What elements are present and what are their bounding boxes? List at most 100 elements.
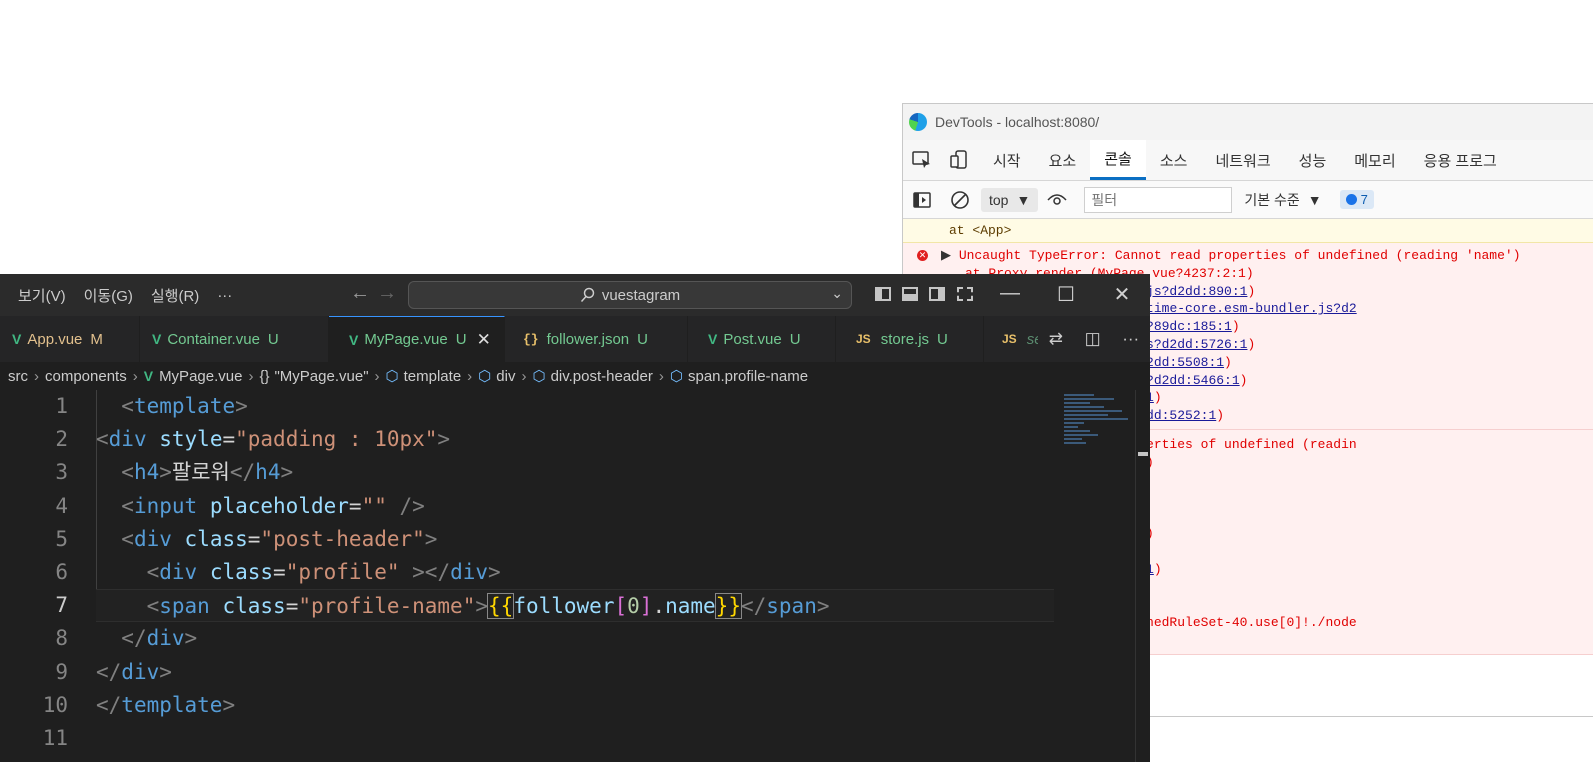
editor-actions: ⇄ ◫ ··· xyxy=(1038,316,1150,362)
device-toolbar-icon[interactable] xyxy=(941,140,979,180)
code-line: </div> xyxy=(121,626,198,651)
chevron-right-icon: › xyxy=(658,367,664,385)
tab-label: Post.vue xyxy=(723,330,782,348)
clear-console-icon[interactable] xyxy=(941,190,979,210)
line-number: 4 xyxy=(55,493,68,518)
code-line: <template> xyxy=(121,394,248,418)
js-file-icon: JS xyxy=(856,332,871,346)
line-number: 11 xyxy=(42,725,68,750)
close-window-icon[interactable]: ✕ xyxy=(1107,282,1137,307)
stack-frame-text: ) xyxy=(1153,390,1162,406)
vertical-scrollbar[interactable] xyxy=(1135,390,1150,762)
tab-container-vue[interactable]: V Container.vue U xyxy=(140,316,329,362)
tab-memory[interactable]: 메모리 xyxy=(1340,140,1409,180)
breadcrumb-item[interactable]: MyPage.vue xyxy=(159,368,242,385)
back-arrow-icon[interactable]: ← xyxy=(350,282,370,305)
tab-git-status: U xyxy=(267,330,279,348)
chevron-right-icon: › xyxy=(132,367,138,385)
code-line: <h4>팔로워</h4> xyxy=(121,460,294,485)
menu-more[interactable]: ··· xyxy=(208,287,241,304)
tab-label: store.js xyxy=(880,330,930,348)
line-number: 1 xyxy=(55,394,68,418)
breadcrumb-item[interactable]: div.post-header xyxy=(551,368,653,385)
braces-icon: {} xyxy=(259,367,270,385)
line-number-gutter: 1 2 3 4 5 6 7 8 9 10 11 xyxy=(0,390,68,755)
menu-go[interactable]: 이동(G) xyxy=(75,285,142,306)
command-center-search[interactable]: vuestagram ⌄ xyxy=(408,281,852,309)
customize-layout-icon[interactable] xyxy=(957,287,973,301)
line-number: 10 xyxy=(42,692,68,717)
breadcrumb-item[interactable]: "MyPage.vue" xyxy=(274,368,368,385)
cube-symbol-icon: ⬡ xyxy=(532,368,546,385)
tab-welcome[interactable]: 시작 xyxy=(979,140,1035,180)
line-number: 2 xyxy=(55,427,68,452)
cube-symbol-icon: ⬡ xyxy=(669,368,683,385)
source-link[interactable]: runtime-core.esm-bundler.js?d2 xyxy=(1123,301,1357,316)
menu-run[interactable]: 실행(R) xyxy=(142,285,208,306)
filter-input[interactable] xyxy=(1084,186,1233,213)
tab-elements[interactable]: 요소 xyxy=(1035,140,1091,180)
tab-sources[interactable]: 소스 xyxy=(1146,140,1202,180)
tab-performance[interactable]: 성능 xyxy=(1285,140,1341,180)
minimize-icon[interactable]: — xyxy=(995,282,1025,305)
tab-git-status: M xyxy=(90,330,103,348)
breadcrumb-item[interactable]: div xyxy=(496,368,515,385)
live-expression-eye-icon[interactable] xyxy=(1038,193,1076,207)
toggle-primary-sidebar-icon[interactable] xyxy=(875,287,891,301)
tab-console[interactable]: 콘솔 xyxy=(1090,140,1146,180)
more-actions-icon[interactable]: ··· xyxy=(1122,329,1139,349)
close-tab-icon[interactable]: ✕ xyxy=(477,330,491,350)
breadcrumb-item[interactable]: span.profile-name xyxy=(688,368,808,385)
stack-frame-text: ) xyxy=(1224,354,1232,370)
breadcrumb-item[interactable]: template xyxy=(404,368,462,385)
tab-app-vue[interactable]: V App.vue M xyxy=(0,316,140,362)
chevron-right-icon: › xyxy=(248,367,254,385)
code-line: </template> xyxy=(96,692,236,717)
tab-follower-json[interactable]: {} follower.json U xyxy=(505,316,688,362)
devtools-tab-bar: 시작 요소 콘솔 소스 네트워크 성능 메모리 응용 프로그 xyxy=(903,140,1593,181)
line-number: 3 xyxy=(55,460,68,485)
editor-tab-bar: V App.vue M V Container.vue U V MyPage.v… xyxy=(0,316,1150,362)
issues-counter[interactable]: 7 xyxy=(1339,190,1374,209)
minimap[interactable] xyxy=(1064,394,1136,484)
code-lines: <template> <div style="padding : 10px"> … xyxy=(96,390,1054,755)
tab-store-js[interactable]: JS store.js U xyxy=(836,316,984,362)
expand-triangle-icon[interactable]: ▶ xyxy=(941,248,951,263)
tab-mypage-vue[interactable]: V MyPage.vue U ✕ xyxy=(329,316,505,362)
tab-git-status: U xyxy=(937,330,948,348)
tab-post-vue[interactable]: V Post.vue U xyxy=(688,316,836,362)
current-code-line: <span class="profile-name">{{follower[0]… xyxy=(96,589,1054,623)
maximize-icon[interactable]: ☐ xyxy=(1051,282,1081,307)
menu-view[interactable]: 보기(V) xyxy=(9,285,75,306)
split-editor-icon[interactable]: ◫ xyxy=(1085,329,1101,349)
command-center-label: vuestagram xyxy=(601,286,681,304)
tab-network[interactable]: 네트워크 xyxy=(1201,140,1284,180)
toggle-panel-icon[interactable] xyxy=(902,287,918,301)
breadcrumb-item[interactable]: components xyxy=(45,368,127,385)
line-number: 8 xyxy=(55,626,68,651)
vscode-window: 보기(V) 이동(G) 실행(R) ··· ← → vuestagram ⌄ —… xyxy=(0,274,1150,762)
context-select[interactable]: top ▼ xyxy=(981,187,1039,212)
stack-frame-text: ) xyxy=(1247,336,1256,352)
chevron-down-icon[interactable]: ⌄ xyxy=(831,285,843,302)
sidebar-toggle-icon[interactable] xyxy=(903,191,941,208)
compare-changes-icon[interactable]: ⇄ xyxy=(1049,329,1063,349)
line-number: 5 xyxy=(55,526,68,551)
forward-arrow-icon[interactable]: → xyxy=(377,282,397,305)
stack-frame-text: ) xyxy=(1216,408,1225,424)
context-select-value: top xyxy=(989,191,1009,208)
cube-symbol-icon: ⬡ xyxy=(385,368,399,385)
inspect-element-icon[interactable] xyxy=(903,140,941,180)
breadcrumb-item[interactable]: src xyxy=(8,368,28,385)
chevron-right-icon: › xyxy=(521,367,527,385)
line-number: 6 xyxy=(55,559,68,584)
log-levels-dropdown[interactable]: 기본 수준 ▼ xyxy=(1244,190,1321,210)
error-icon: ✕ xyxy=(917,250,928,261)
log-levels-label: 기본 수준 xyxy=(1244,191,1300,208)
chevron-right-icon: › xyxy=(374,367,380,385)
code-editor[interactable]: 1 2 3 4 5 6 7 8 9 10 11 <template> <div … xyxy=(0,390,1150,762)
toggle-secondary-sidebar-icon[interactable] xyxy=(929,287,945,301)
error-1-message: Uncaught TypeError: Cannot read properti… xyxy=(958,248,1521,263)
dropdown-arrow-icon: ▼ xyxy=(1307,191,1322,208)
tab-application[interactable]: 응용 프로그 xyxy=(1410,140,1511,180)
